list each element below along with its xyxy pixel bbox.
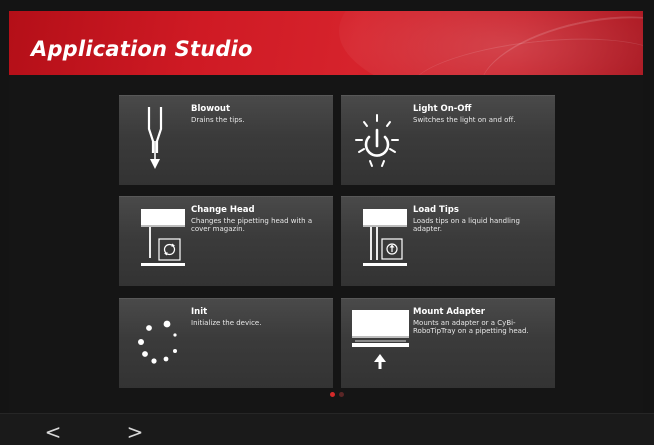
change-head-icon — [119, 196, 189, 286]
tile-mount-adapter[interactable]: Mount Adapter Mounts an adapter or a CyB… — [341, 298, 555, 388]
app-header: Application Studio — [9, 11, 643, 75]
tile-title: Init — [191, 307, 208, 317]
tile-description: Mounts an adapter or a CyBi-RoboTipTray … — [413, 319, 529, 336]
tile-description: Switches the light on and off. — [413, 116, 516, 124]
tile-title: Load Tips — [413, 205, 459, 215]
tile-description: Drains the tips. — [191, 116, 245, 124]
bottom-navigation-bar: < > — [0, 413, 654, 445]
tile-description: Changes the pipetting head with a cover … — [191, 217, 313, 234]
previous-page-button[interactable]: < — [38, 418, 68, 445]
light-power-icon — [341, 95, 411, 185]
tile-title: Change Head — [191, 205, 255, 215]
load-tips-icon — [341, 196, 411, 286]
tile-change-head[interactable]: Change Head Changes the pipetting head w… — [119, 196, 333, 286]
page-dot[interactable] — [339, 392, 344, 397]
page-dot-active[interactable] — [330, 392, 335, 397]
tile-init[interactable]: Init Initialize the device. — [119, 298, 333, 388]
app-title: Application Studio — [31, 37, 253, 61]
next-page-button[interactable]: > — [120, 418, 150, 445]
tile-title: Mount Adapter — [413, 307, 485, 317]
mount-adapter-icon — [341, 298, 411, 388]
tile-blowout[interactable]: Blowout Drains the tips. — [119, 95, 333, 185]
application-tile-grid: Blowout Drains the tips. Light On-Off Sw… — [119, 95, 555, 388]
blowout-tip-icon — [119, 95, 189, 185]
tile-title: Blowout — [191, 104, 231, 114]
tile-description: Initialize the device. — [191, 319, 262, 327]
loading-spinner-icon — [119, 298, 189, 388]
tile-load-tips[interactable]: Load Tips Loads tips on a liquid handlin… — [341, 196, 555, 286]
application-window: Application Studio Blowout Drains the ti… — [0, 0, 654, 445]
main-content: Blowout Drains the tips. Light On-Off Sw… — [9, 75, 643, 413]
tile-description: Loads tips on a liquid handling adapter. — [413, 217, 520, 234]
tile-title: Light On-Off — [413, 104, 472, 114]
tile-light-on-off[interactable]: Light On-Off Switches the light on and o… — [341, 95, 555, 185]
